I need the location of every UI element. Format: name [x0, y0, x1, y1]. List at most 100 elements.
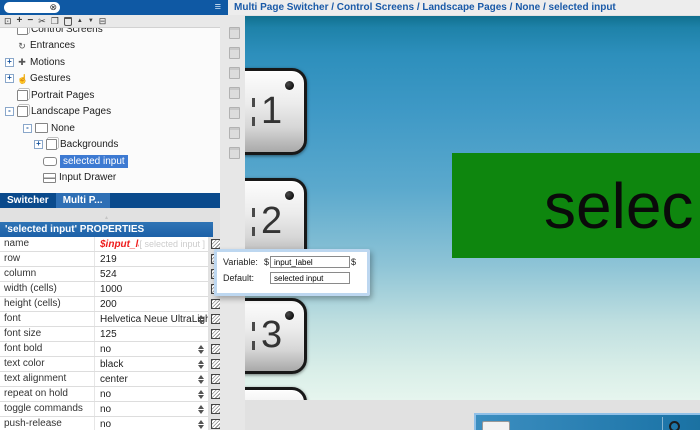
stepper-icon[interactable]: [197, 345, 204, 354]
strip-page-icon[interactable]: [229, 147, 240, 159]
property-value[interactable]: 200: [95, 299, 208, 310]
property-row-text-alignment: text alignment center: [0, 372, 222, 387]
gestures-icon: ☝: [17, 73, 29, 84]
stepper-icon[interactable]: [197, 315, 204, 324]
expander-icon[interactable]: +: [5, 74, 14, 84]
property-value[interactable]: 1000: [95, 284, 208, 295]
expander-icon[interactable]: +: [5, 57, 14, 67]
button-indicator-dot: [285, 191, 294, 200]
expander-icon[interactable]: +: [34, 140, 43, 150]
property-placeholder: [ selected input ]: [139, 239, 205, 249]
switch-button-1[interactable]: 1: [245, 68, 307, 155]
property-label: name: [0, 237, 95, 251]
selected-input-widget[interactable]: selec: [452, 153, 700, 258]
collapse-icon[interactable]: ⊟: [99, 15, 107, 27]
switch-button-3[interactable]: 3: [245, 298, 307, 374]
property-row-name: name $input_label$ [ selected input ]: [0, 237, 222, 252]
delete-icon[interactable]: [63, 16, 72, 26]
strip-page-icon[interactable]: [229, 27, 240, 39]
tree-item-none[interactable]: - None: [0, 120, 220, 137]
strip-page-icon[interactable]: [229, 67, 240, 79]
button-label: 2: [261, 199, 283, 242]
remove-icon[interactable]: −: [27, 15, 33, 27]
property-value[interactable]: 524: [95, 269, 208, 280]
property-value[interactable]: $input_label$: [95, 239, 139, 250]
divider: [662, 417, 663, 430]
clipped-text-fragment: [252, 207, 255, 236]
dollar-suffix: $: [350, 257, 356, 267]
property-value[interactable]: black: [95, 359, 208, 370]
stepper-icon[interactable]: [197, 420, 204, 429]
entrances-icon: ↻: [18, 40, 26, 51]
property-value[interactable]: center: [95, 374, 208, 385]
dollar-prefix: $: [263, 257, 269, 267]
property-label: column: [0, 267, 95, 281]
circle-icon: [669, 421, 680, 430]
breadcrumb[interactable]: Multi Page Switcher / Control Screens / …: [228, 0, 700, 15]
button-indicator-dot: [285, 311, 294, 320]
clipped-text-fragment: [252, 97, 255, 126]
tree-item-control-screens[interactable]: Control Screens: [0, 28, 220, 38]
property-value[interactable]: Helvetica Neue UltraLight: [95, 314, 208, 325]
default-label: Default:: [223, 273, 255, 283]
copy-icon[interactable]: ❐: [51, 15, 59, 27]
stepper-icon[interactable]: [197, 375, 204, 384]
tree-item-entrances[interactable]: ↻ Entrances: [0, 38, 220, 55]
property-label: toggle commands: [0, 402, 95, 416]
tree-item-gestures[interactable]: + ☝ Gestures: [0, 71, 220, 88]
splitter-handle[interactable]: ▴: [105, 214, 108, 221]
cut-icon[interactable]: ✂: [38, 15, 46, 27]
property-label: repeat on hold: [0, 387, 95, 401]
strip-page-icon[interactable]: [229, 127, 240, 139]
window-icon[interactable]: ⊡: [4, 15, 12, 27]
canvas-side-strip: [220, 15, 245, 430]
property-value[interactable]: 125: [95, 329, 208, 340]
tree-item-portrait-pages[interactable]: Portrait Pages: [0, 87, 220, 104]
tree-item-landscape-pages[interactable]: - Landscape Pages: [0, 104, 220, 121]
widget-preview-panel[interactable]: [474, 413, 700, 430]
panel-title-bar: ⊗ ≡: [0, 0, 228, 15]
tree-item-backgrounds[interactable]: + Backgrounds: [0, 137, 220, 154]
design-canvas[interactable]: 1 2 3 selec: [245, 16, 700, 400]
stepper-icon[interactable]: [197, 390, 204, 399]
property-row-row: row 219: [0, 252, 222, 267]
property-label: font: [0, 312, 95, 326]
property-value[interactable]: no: [95, 389, 208, 400]
menu-icon[interactable]: ≡: [215, 0, 221, 15]
expander-icon[interactable]: -: [5, 107, 14, 117]
page-icon: [35, 123, 48, 134]
motions-icon: ✚: [18, 57, 26, 68]
property-value[interactable]: 219: [95, 254, 208, 265]
default-input[interactable]: [270, 272, 350, 284]
tree-item-motions[interactable]: + ✚ Motions: [0, 54, 220, 71]
strip-page-icon[interactable]: [229, 107, 240, 119]
expander-icon[interactable]: -: [23, 123, 32, 133]
switch-button-4[interactable]: [245, 387, 307, 400]
tree-toolbar: ⊡ + − ✂ ❐ ▲ ▼ ⊟: [0, 15, 220, 28]
move-down-icon[interactable]: ▼: [88, 15, 94, 27]
stepper-icon[interactable]: [197, 405, 204, 414]
property-label: push-release: [0, 417, 95, 430]
tree-item-input-drawer[interactable]: Input Drawer: [0, 170, 220, 187]
property-row-height: height (cells) 200: [0, 297, 222, 312]
project-tree: Control Screens ↻ Entrances + ✚ Motions …: [0, 28, 220, 193]
property-value[interactable]: no: [95, 419, 208, 430]
variable-input[interactable]: [270, 256, 350, 268]
drawer-icon: [43, 172, 56, 183]
tab-multi-page-switcher[interactable]: Multi P...: [55, 193, 110, 208]
move-up-icon[interactable]: ▲: [77, 15, 83, 27]
selected-input-widget-label: selec: [544, 169, 694, 242]
property-row-push-release: push-release no: [0, 417, 222, 430]
app-window: ⊗ ≡ ⊡ + − ✂ ❐ ▲ ▼ ⊟ Control Screens ↻ En…: [0, 0, 700, 430]
tree-item-selected-input[interactable]: selected input: [0, 153, 220, 170]
property-value[interactable]: no: [95, 344, 208, 355]
properties-header: 'selected input' PROPERTIES: [0, 222, 213, 237]
tab-switcher[interactable]: Switcher: [0, 193, 56, 208]
add-icon[interactable]: +: [17, 15, 23, 27]
stepper-icon[interactable]: [197, 360, 204, 369]
strip-page-icon[interactable]: [229, 47, 240, 59]
property-value[interactable]: no: [95, 404, 208, 415]
variable-label: Variable:: [223, 257, 258, 267]
search-clear-icon[interactable]: ⊗: [49, 2, 57, 13]
strip-page-icon[interactable]: [229, 87, 240, 99]
